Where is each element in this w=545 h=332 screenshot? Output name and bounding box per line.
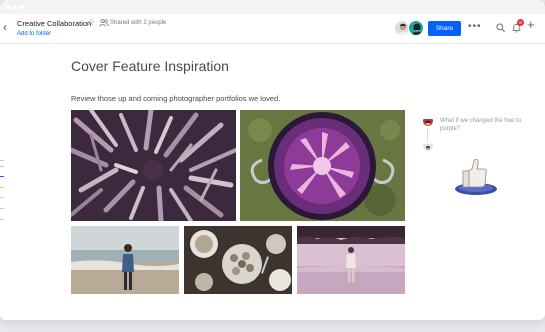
search-icon[interactable] bbox=[496, 23, 505, 32]
food-table-photo[interactable] bbox=[184, 226, 292, 294]
more-options-button[interactable]: ••• bbox=[468, 22, 482, 32]
plus-icon[interactable]: + bbox=[527, 18, 535, 31]
window-zoom-dot[interactable] bbox=[20, 5, 24, 9]
pink-landscape-photo[interactable] bbox=[297, 226, 405, 294]
thumbs-up-illustration-icon bbox=[455, 158, 497, 195]
back-chevron-icon[interactable]: ‹ bbox=[3, 21, 13, 33]
margin-tick bbox=[0, 219, 4, 220]
add-to-folder-link[interactable]: Add to folder bbox=[17, 31, 51, 37]
comment-text: What if we changed the hue to purple? bbox=[440, 118, 522, 132]
reply-avatar[interactable] bbox=[423, 141, 433, 151]
document-header: ‹ Creative Collaboration ☆ Shared with 2… bbox=[0, 14, 545, 44]
window-close-dot[interactable] bbox=[6, 5, 10, 9]
margin-tick bbox=[0, 197, 4, 198]
margin-tick bbox=[0, 176, 4, 177]
octopus-pot-photo[interactable] bbox=[240, 110, 405, 221]
sea-urchin-photo[interactable] bbox=[71, 110, 236, 221]
beach-portrait-photo[interactable] bbox=[71, 226, 179, 294]
margin-tick bbox=[0, 160, 4, 161]
shared-with-label[interactable]: Shared with 2 people bbox=[110, 20, 166, 26]
window-titlebar bbox=[0, 0, 545, 14]
app-window: ‹ Creative Collaboration ☆ Shared with 2… bbox=[0, 0, 545, 320]
margin-tick bbox=[0, 187, 4, 188]
margin-tick bbox=[0, 166, 4, 167]
avatar[interactable] bbox=[408, 20, 424, 36]
window-minimize-dot[interactable] bbox=[13, 5, 17, 9]
page-title: Cover Feature Inspiration bbox=[71, 58, 229, 74]
people-icon bbox=[99, 19, 109, 27]
margin-tick bbox=[0, 208, 4, 209]
comment-avatar[interactable] bbox=[423, 116, 433, 126]
star-icon[interactable]: ☆ bbox=[87, 17, 95, 28]
notification-badge: 8 bbox=[517, 19, 524, 26]
document-title[interactable]: Creative Collaboration bbox=[17, 19, 91, 28]
share-button[interactable]: Share bbox=[428, 21, 461, 36]
page-subtitle: Review those up and coming photographer … bbox=[71, 94, 281, 103]
